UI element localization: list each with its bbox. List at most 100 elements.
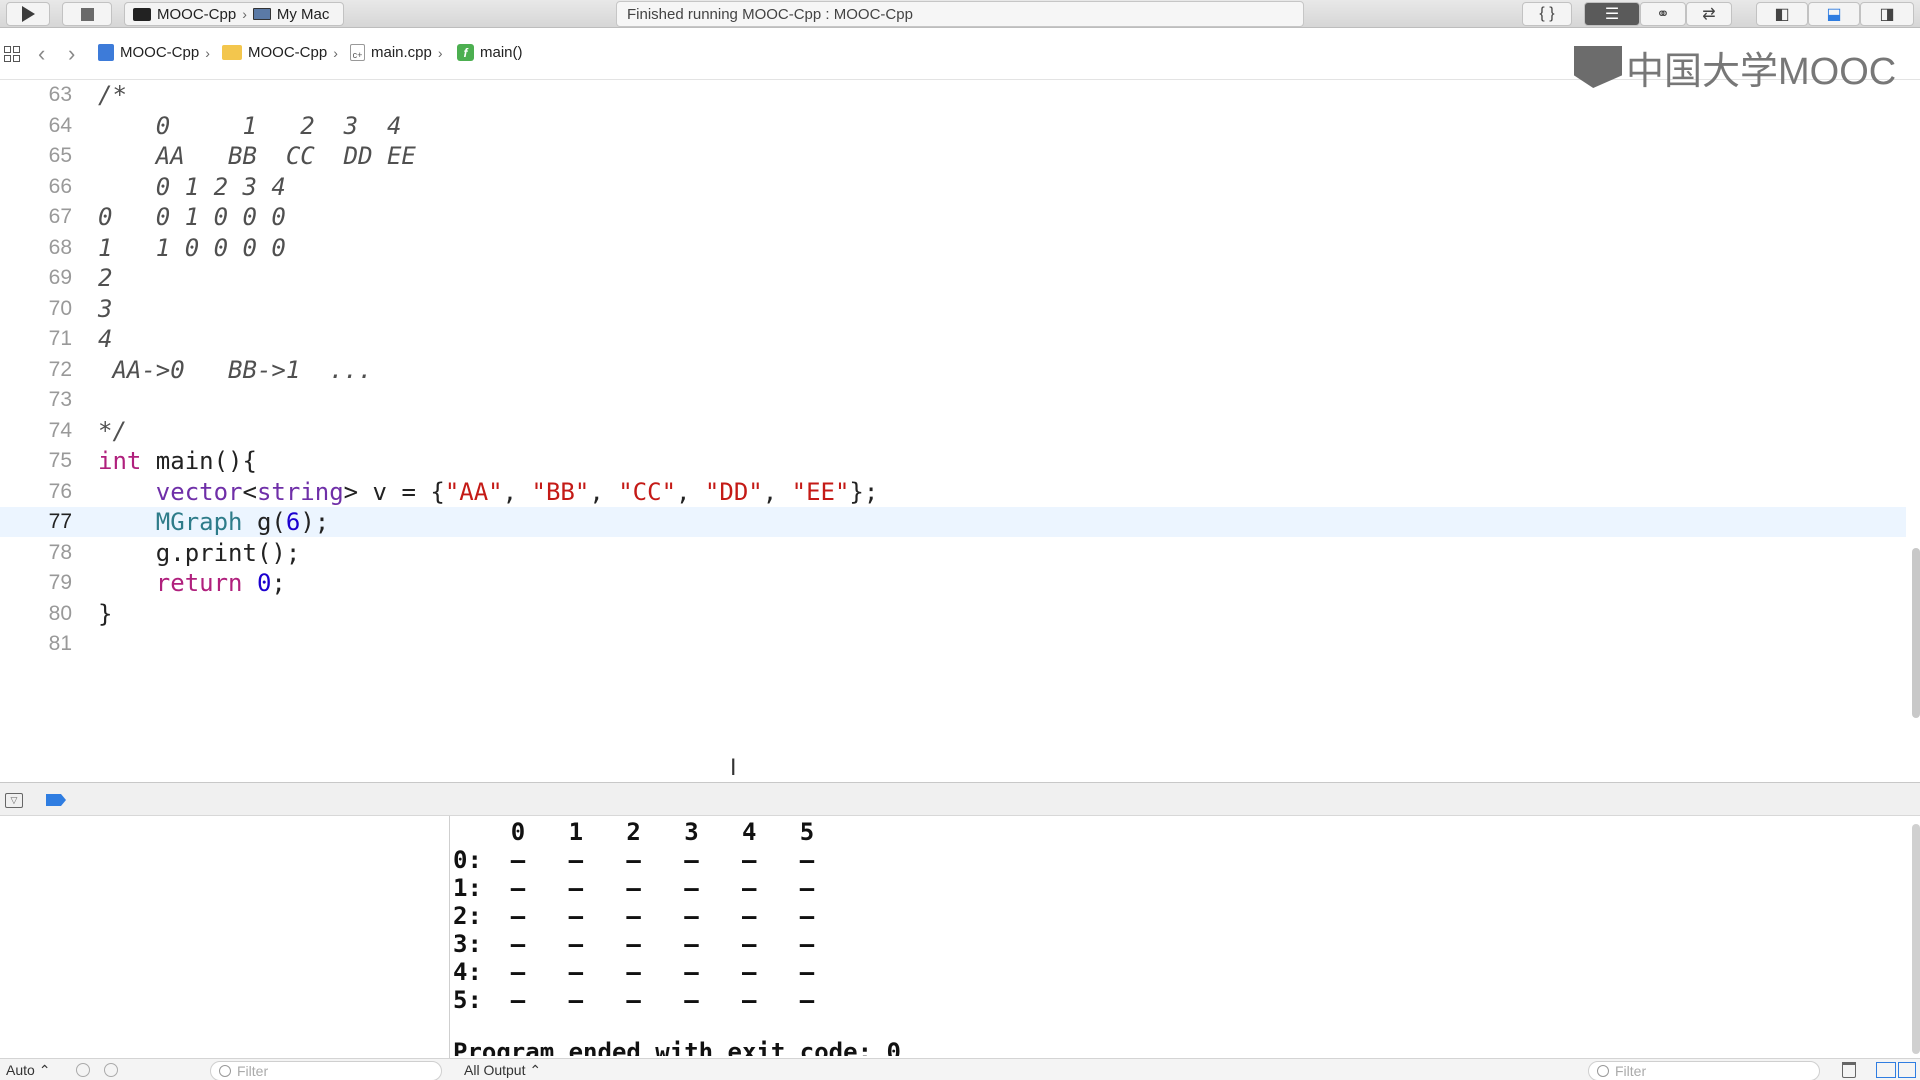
line-number: 76: [48, 479, 72, 503]
toggle-inspector-button[interactable]: ◨: [1860, 2, 1914, 26]
line-number: 72: [48, 357, 72, 381]
code-line-current: 77 MGraph g(6);: [0, 507, 1906, 537]
library-button[interactable]: { }: [1522, 2, 1572, 26]
type-name: string: [256, 477, 344, 506]
line-code: int main(){: [98, 447, 257, 475]
console-row: 4: – – – – – –: [453, 958, 815, 986]
line-code: return 0;: [155, 569, 286, 597]
console-row: 0: – – – – – –: [453, 846, 815, 874]
variables-view[interactable]: [0, 816, 450, 1066]
code-line: 81: [0, 629, 1906, 659]
bottom-panel-icon: ⬓: [1826, 6, 1842, 23]
line-code: 1 1 0 0 0 0: [98, 233, 286, 262]
chevron-right-icon: ›: [437, 44, 443, 61]
line-code: 3: [98, 294, 113, 323]
swap-arrows-icon: ⇄: [1702, 6, 1716, 23]
code-line: 65 AA BB CC DD EE: [0, 141, 1906, 171]
line-number: 73: [48, 388, 72, 411]
source-editor[interactable]: 63 /* 64 0 1 2 3 4 65 AA BB CC DD EE 66 …: [0, 80, 1910, 780]
toolbar: MOOC-Cpp › My Mac Finished running MOOC-…: [0, 0, 1920, 28]
standard-editor-button[interactable]: ☰: [1584, 2, 1640, 26]
scheme-selector[interactable]: MOOC-Cpp › My Mac: [124, 2, 344, 26]
console-row: 3: – – – – – –: [453, 930, 815, 958]
terminal-icon: [133, 7, 151, 21]
chevron-right-icon: ›: [333, 44, 338, 61]
forward-arrow-icon[interactable]: ›: [68, 41, 75, 67]
breakpoints-icon[interactable]: [46, 794, 66, 806]
run-button[interactable]: [6, 2, 50, 26]
trash-icon[interactable]: [1842, 1062, 1856, 1078]
right-panel-icon: ◨: [1879, 6, 1895, 23]
line-number: 70: [48, 296, 72, 320]
toggle-navigator-button[interactable]: ◧: [1756, 2, 1808, 26]
line-code: */: [98, 416, 127, 445]
line-number: 67: [48, 205, 72, 228]
line-code: g.print();: [98, 538, 301, 567]
function-icon: f: [457, 44, 474, 61]
assistant-editor-button[interactable]: ⚭: [1640, 2, 1686, 26]
string-literal: "BB": [531, 477, 590, 506]
line-number: 79: [48, 571, 72, 594]
console-header-row: 0 1 2 3 4 5: [453, 818, 815, 846]
stop-button[interactable]: [62, 2, 112, 26]
code-line: 63 /*: [0, 80, 1906, 110]
code-line: 80 }: [0, 599, 1906, 629]
breadcrumb-file[interactable]: c+ main.cpp ›: [350, 44, 443, 61]
number-literal: 6: [285, 508, 301, 536]
line-number: 63: [48, 83, 72, 106]
line-number: 68: [48, 235, 72, 259]
line-number: 71: [48, 327, 72, 350]
output-selector[interactable]: All Output ⌃: [464, 1062, 541, 1079]
activity-status: Finished running MOOC-Cpp : MOOC-Cpp: [616, 1, 1304, 27]
line-code: AA BB CC DD EE: [98, 142, 416, 170]
project-icon: [98, 44, 114, 61]
code-line: 64 0 1 2 3 4: [0, 111, 1906, 141]
line-number: 75: [48, 449, 72, 472]
console-row: 1: – – – – – –: [453, 874, 815, 902]
code-line: 75 int main(){: [0, 446, 1906, 476]
version-editor-button[interactable]: ⇄: [1686, 2, 1732, 26]
info-icon[interactable]: [104, 1063, 118, 1077]
string-literal: "DD": [704, 477, 763, 506]
variables-filter-input[interactable]: Filter: [210, 1061, 442, 1080]
split-left-icon[interactable]: [1876, 1062, 1896, 1078]
variables-scope-selector[interactable]: Auto ⌃: [6, 1062, 50, 1079]
line-number: 81: [48, 632, 72, 655]
mac-icon: [252, 8, 271, 20]
line-number: 74: [48, 418, 72, 442]
code-line: 78 g.print();: [0, 538, 1906, 568]
play-icon: [21, 6, 35, 22]
hide-debug-area-icon[interactable]: ▽: [5, 793, 23, 808]
code-line: 74 */: [0, 416, 1906, 446]
eye-icon[interactable]: [76, 1063, 90, 1077]
line-code: 0 0 1 0 0 0: [98, 203, 286, 231]
editor-scrollbar[interactable]: [1912, 548, 1920, 718]
line-number: 66: [48, 174, 72, 198]
line-code: 0 1 2 3 4: [98, 172, 286, 201]
code-line: 67 0 0 1 0 0 0: [0, 202, 1906, 232]
code-line: 73: [0, 385, 1906, 415]
back-arrow-icon[interactable]: ‹: [38, 41, 45, 67]
line-number: 80: [48, 601, 72, 625]
breadcrumb-project[interactable]: MOOC-Cpp ›: [98, 44, 210, 61]
breadcrumb-symbol[interactable]: f main(): [457, 44, 523, 61]
line-number: 64: [48, 113, 72, 137]
console-exit-message: Program ended with exit code: 0: [453, 1038, 901, 1056]
console-output[interactable]: 0 1 2 3 4 5 0: – – – – – – 1: – – – – – …: [451, 816, 1911, 1056]
split-right-icon[interactable]: [1898, 1062, 1916, 1078]
string-literal: "CC": [618, 477, 677, 506]
cpp-file-icon: c+: [350, 44, 365, 61]
breadcrumb-group[interactable]: MOOC-Cpp ›: [222, 44, 338, 61]
console-scrollbar[interactable]: [1912, 824, 1920, 1054]
chevron-right-icon: ›: [205, 44, 210, 61]
console-filter-input[interactable]: Filter: [1588, 1061, 1820, 1080]
line-code: vector<string> v = {"AA", "BB", "CC", "D…: [155, 477, 879, 506]
keyword: return: [155, 569, 243, 597]
code-line: 69 2: [0, 263, 1906, 293]
code-line: 66 0 1 2 3 4: [0, 172, 1906, 202]
status-text: Finished running MOOC-Cpp : MOOC-Cpp: [627, 6, 913, 23]
related-items-icon[interactable]: [4, 46, 20, 62]
toggle-debug-area-button[interactable]: ⬓: [1808, 2, 1860, 26]
code-line: 68 1 1 0 0 0 0: [0, 233, 1906, 263]
line-code: }: [98, 599, 113, 628]
